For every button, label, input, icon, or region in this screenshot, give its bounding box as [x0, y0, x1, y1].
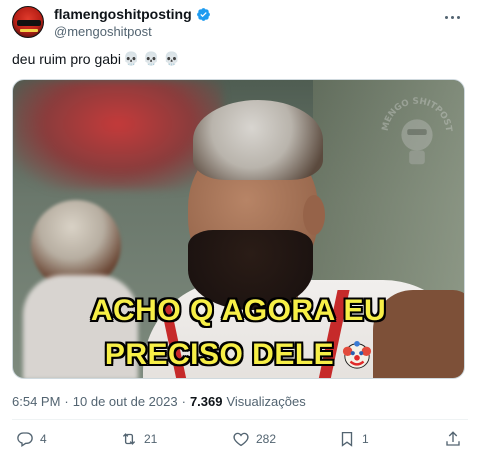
dot — [450, 15, 454, 19]
action-bar: 4 21 282 1 — [12, 430, 468, 452]
reply-count: 4 — [40, 432, 47, 446]
avatar-logo-band — [17, 20, 41, 26]
avatar[interactable] — [12, 6, 44, 38]
post-time[interactable]: 6:54 PM — [12, 394, 60, 409]
like-button[interactable]: 282 — [232, 430, 276, 448]
reply-icon — [17, 432, 33, 447]
views-label: Visualizações — [226, 394, 306, 409]
post-text-body: deu ruim pro gabi — [12, 51, 121, 67]
repost-count: 21 — [144, 432, 158, 446]
display-name[interactable]: flamengoshitposting — [54, 6, 192, 22]
post-header: flamengoshitposting @mengoshitpost — [12, 4, 468, 44]
meme-caption-line-1: ACHO Q AGORA EU — [90, 294, 387, 327]
avatar-logo-accent — [20, 29, 38, 32]
like-count: 282 — [256, 432, 277, 446]
reply-button[interactable]: 4 — [16, 430, 47, 448]
dot — [456, 15, 460, 19]
bookmark-count: 1 — [362, 432, 369, 446]
player-hair — [193, 100, 323, 180]
flamengo-shitposting-watermark-logo: FLAMENGO SHITPOSTING — [378, 94, 453, 165]
clown-emoji-icon — [343, 340, 372, 369]
dot — [444, 15, 448, 19]
verified-badge-icon — [196, 7, 210, 21]
meme-caption-line-2: PRECISO DELE — [104, 338, 335, 371]
divider — [12, 419, 468, 420]
post-text: deu ruim pro gabi 💀 💀 💀 — [12, 51, 180, 67]
bookmark-icon — [341, 431, 353, 447]
separator-dot: · — [181, 394, 186, 409]
more-options-icon[interactable] — [440, 10, 464, 24]
meme-caption-line-2-row: PRECISO DELE — [13, 338, 464, 372]
separator-dot: · — [64, 394, 69, 409]
repost-button[interactable]: 21 — [120, 430, 157, 448]
player-ear — [303, 195, 325, 235]
post-image[interactable]: FLAMENGO SHITPOSTING ACHO Q AGORA EU PRE… — [12, 79, 465, 379]
share-button[interactable] — [444, 430, 462, 448]
name-row: flamengoshitposting — [54, 6, 211, 22]
repost-icon — [122, 433, 136, 445]
bookmark-button[interactable]: 1 — [338, 430, 369, 448]
views-count[interactable]: 7.369 — [190, 394, 223, 409]
account-handle[interactable]: @mengoshitpost — [54, 24, 152, 39]
post-metadata: 6:54 PM · 10 de out de 2023 · 7.369 Visu… — [12, 394, 306, 409]
skull-emoji: 💀 💀 💀 — [122, 51, 180, 67]
share-icon — [446, 431, 460, 446]
heart-icon — [233, 432, 249, 447]
post-date[interactable]: 10 de out de 2023 — [73, 394, 178, 409]
